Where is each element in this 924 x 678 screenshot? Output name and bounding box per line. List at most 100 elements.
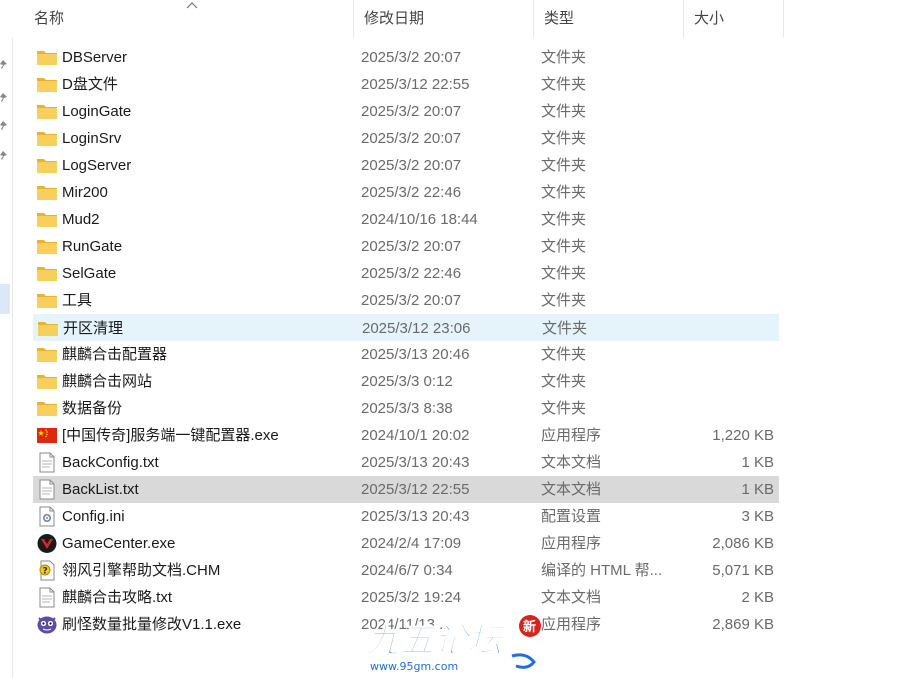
file-row[interactable]: LogServer 2025/3/2 20:07 文件夹 bbox=[33, 152, 779, 179]
file-row[interactable]: Config.ini 2025/3/13 20:43 配置设置 3 KB bbox=[33, 503, 779, 530]
file-row[interactable]: DBServer 2025/3/2 20:07 文件夹 bbox=[33, 44, 779, 71]
file-modified-date: 2025/3/13 20:43 bbox=[361, 508, 470, 525]
file-modified-date: 2025/3/3 0:12 bbox=[361, 373, 453, 390]
file-size bbox=[673, 368, 774, 395]
file-size bbox=[673, 395, 774, 422]
file-name[interactable]: 开区清理 bbox=[63, 315, 353, 342]
file-modified-date: 2024/6/7 0:34 bbox=[361, 562, 453, 579]
file-name[interactable]: 刷怪数量批量修改V1.1.exe bbox=[62, 611, 352, 638]
file-name[interactable]: GameCenter.exe bbox=[62, 530, 352, 557]
file-row[interactable]: D盘文件 2025/3/12 22:55 文件夹 bbox=[33, 71, 779, 98]
file-row[interactable]: BackConfig.txt 2025/3/13 20:43 文本文档 1 KB bbox=[33, 449, 779, 476]
file-modified-date: 2025/3/3 8:38 bbox=[361, 400, 453, 417]
file-size: 1 KB bbox=[741, 481, 774, 498]
file-type: 文件夹 bbox=[541, 373, 587, 390]
file-row[interactable]: LoginSrv 2025/3/2 20:07 文件夹 bbox=[33, 125, 779, 152]
file-row[interactable]: Mir200 2025/3/2 22:46 文件夹 bbox=[33, 179, 779, 206]
file-name[interactable]: Mir200 bbox=[62, 179, 352, 206]
text-file-icon bbox=[36, 584, 58, 611]
file-modified-date: 2025/3/12 22:55 bbox=[361, 76, 470, 93]
file-name[interactable]: RunGate bbox=[62, 233, 352, 260]
file-type: 文本文档 bbox=[541, 454, 602, 471]
file-row[interactable]: 数据备份 2025/3/3 8:38 文件夹 bbox=[33, 395, 779, 422]
file-name[interactable]: SelGate bbox=[62, 260, 352, 287]
folder-icon bbox=[36, 71, 58, 98]
navigation-pane-edge[interactable] bbox=[0, 0, 13, 678]
pin-icon bbox=[0, 151, 7, 160]
column-header-type-label: 类型 bbox=[544, 10, 575, 27]
file-modified-date: 2025/3/2 20:07 bbox=[361, 49, 462, 66]
column-header-bar: 名称 修改日期 类型 大小 bbox=[12, 0, 784, 38]
file-size: 2,869 KB bbox=[712, 616, 774, 633]
file-type: 应用程序 bbox=[541, 427, 602, 444]
file-name[interactable]: 翎风引擎帮助文档.CHM bbox=[62, 557, 352, 584]
file-row[interactable]: 麒麟合击配置器 2025/3/13 20:46 文件夹 bbox=[33, 341, 779, 368]
file-name[interactable]: [中国传奇]服务端一键配置器.exe bbox=[62, 422, 352, 449]
file-modified-date: 2025/3/2 20:07 bbox=[361, 238, 462, 255]
file-name[interactable]: Mud2 bbox=[62, 206, 352, 233]
file-size: 5,071 KB bbox=[712, 562, 774, 579]
file-size bbox=[673, 287, 774, 314]
file-name[interactable]: 麒麟合击网站 bbox=[62, 368, 352, 395]
file-row[interactable]: RunGate 2025/3/2 20:07 文件夹 bbox=[33, 233, 779, 260]
column-header-size[interactable]: 大小 bbox=[684, 0, 784, 38]
file-name[interactable]: 数据备份 bbox=[62, 395, 352, 422]
file-type: 应用程序 bbox=[541, 616, 602, 633]
file-type: 文本文档 bbox=[541, 481, 602, 498]
file-type: 编译的 HTML 帮... bbox=[541, 562, 663, 579]
file-row[interactable]: SelGate 2025/3/2 22:46 文件夹 bbox=[33, 260, 779, 287]
file-name[interactable]: LoginGate bbox=[62, 98, 352, 125]
file-modified-date: 2025/3/2 20:07 bbox=[361, 292, 462, 309]
column-header-date[interactable]: 修改日期 bbox=[354, 0, 534, 38]
file-row[interactable]: LoginGate 2025/3/2 20:07 文件夹 bbox=[33, 98, 779, 125]
forum-watermark-logo: 九五论坛 www.95gm.com 新 bbox=[364, 615, 541, 673]
help-file-icon: ? bbox=[36, 557, 58, 584]
file-row[interactable]: ? 翎风引擎帮助文档.CHM 2024/6/7 0:34 编译的 HTML 帮... 5… bbox=[33, 557, 779, 584]
file-type: 文件夹 bbox=[541, 76, 587, 93]
file-modified-date: 2025/3/12 23:06 bbox=[362, 320, 471, 337]
file-row[interactable]: 麒麟合击网站 2025/3/3 0:12 文件夹 bbox=[33, 368, 779, 395]
file-name[interactable]: 麒麟合击配置器 bbox=[62, 341, 352, 368]
settings-file-icon bbox=[36, 503, 58, 530]
file-type: 文件夹 bbox=[541, 346, 587, 363]
file-type: 文件夹 bbox=[541, 103, 587, 120]
sort-ascending-icon bbox=[186, 2, 198, 9]
file-type: 文件夹 bbox=[541, 49, 587, 66]
file-row[interactable]: 麒麟合击攻略.txt 2025/3/2 19:24 文本文档 2 KB bbox=[33, 584, 779, 611]
file-size bbox=[673, 179, 774, 206]
file-size bbox=[673, 98, 774, 125]
file-name[interactable]: 工具 bbox=[62, 287, 352, 314]
folder-icon bbox=[36, 125, 58, 152]
pin-icon bbox=[0, 60, 7, 69]
file-row[interactable]: 开区清理 2025/3/12 23:06 文件夹 bbox=[33, 314, 779, 341]
file-row[interactable]: GameCenter.exe 2024/2/4 17:09 应用程序 2,086 KB bbox=[33, 530, 779, 557]
nav-selected-item[interactable] bbox=[0, 284, 10, 314]
file-size bbox=[673, 152, 774, 179]
file-row[interactable]: 工具 2025/3/2 20:07 文件夹 bbox=[33, 287, 779, 314]
file-explorer-window: 名称 修改日期 类型 大小 DBServer 2025/3/2 20:07 文件夹 D… bbox=[0, 0, 924, 678]
text-file-icon bbox=[36, 449, 58, 476]
file-row[interactable]: BackList.txt 2025/3/12 22:55 文本文档 1 KB bbox=[33, 476, 779, 503]
file-type: 文件夹 bbox=[541, 184, 587, 201]
file-type: 文件夹 bbox=[541, 400, 587, 417]
file-size bbox=[673, 233, 774, 260]
file-name[interactable]: BackList.txt bbox=[62, 476, 352, 503]
file-name[interactable]: D盘文件 bbox=[62, 71, 352, 98]
file-type: 配置设置 bbox=[541, 508, 602, 525]
folder-icon bbox=[36, 368, 58, 395]
file-name[interactable]: DBServer bbox=[62, 44, 352, 71]
file-modified-date: 2025/3/13 20:46 bbox=[361, 346, 470, 363]
file-row[interactable]: Mud2 2024/10/16 18:44 文件夹 bbox=[33, 206, 779, 233]
file-name[interactable]: LogServer bbox=[62, 152, 352, 179]
column-header-type[interactable]: 类型 bbox=[534, 0, 684, 38]
file-name[interactable]: LoginSrv bbox=[62, 125, 352, 152]
file-row[interactable]: [中国传奇]服务端一键配置器.exe 2024/10/1 20:02 应用程序 1,2… bbox=[33, 422, 779, 449]
file-name[interactable]: BackConfig.txt bbox=[62, 449, 352, 476]
watermark-badge: 新 bbox=[523, 619, 536, 635]
file-type: 文件夹 bbox=[541, 130, 587, 147]
file-name[interactable]: 麒麟合击攻略.txt bbox=[62, 584, 352, 611]
file-size bbox=[673, 206, 774, 233]
file-name[interactable]: Config.ini bbox=[62, 503, 352, 530]
file-type: 文件夹 bbox=[541, 211, 587, 228]
folder-icon bbox=[36, 233, 58, 260]
